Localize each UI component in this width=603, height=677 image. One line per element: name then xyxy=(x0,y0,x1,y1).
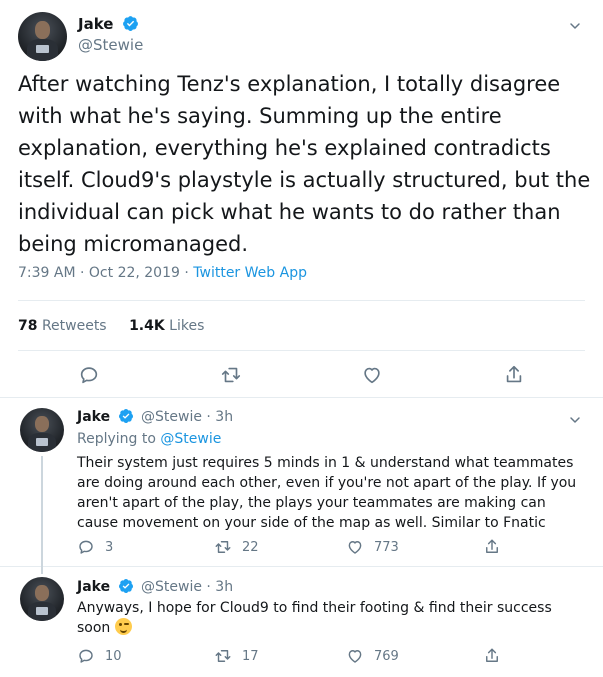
retweets-label: Retweets xyxy=(41,318,107,334)
verified-badge-icon xyxy=(122,16,138,31)
reply-author-name[interactable]: Jake xyxy=(77,579,110,595)
tweet-source-app[interactable]: Twitter Web App xyxy=(193,265,307,281)
likes-label: Likes xyxy=(169,318,205,334)
like-heart-icon[interactable] xyxy=(361,364,383,386)
tweet-stats: 78 Retweets 1.4K Likes xyxy=(18,318,204,334)
share-icon[interactable] xyxy=(503,364,525,386)
retweets-count: 78 xyxy=(18,318,38,334)
like-count: 773 xyxy=(374,539,399,555)
like-count: 769 xyxy=(374,648,399,664)
reply-button[interactable]: 3 xyxy=(77,538,113,556)
reply-button[interactable]: 10 xyxy=(77,647,122,665)
like-heart-icon xyxy=(348,541,362,554)
meta-separator: · xyxy=(184,265,189,281)
retweet-count: 17 xyxy=(242,648,259,664)
main-tweet: Jake @Stewie After watching Tenz's expla… xyxy=(0,0,603,398)
reply-header: Jake @Stewie · 3h xyxy=(77,408,233,425)
retweets-stat[interactable]: 78 Retweets xyxy=(18,318,111,334)
tweet-date[interactable]: Oct 22, 2019 xyxy=(89,265,180,281)
tweet-text: After watching Tenz's explanation, I tot… xyxy=(18,72,591,256)
reply-icon xyxy=(79,649,93,663)
replying-to-handle[interactable]: @Stewie xyxy=(160,431,221,447)
reply-icon xyxy=(79,540,93,554)
chevron-down-icon[interactable] xyxy=(567,412,583,428)
reply-count: 3 xyxy=(105,539,114,555)
divider xyxy=(18,350,585,351)
reply-tweet[interactable]: Jake @Stewie · 3h Replying to @Stewie Th… xyxy=(0,398,603,574)
meta-separator: · xyxy=(80,265,85,281)
replying-to: Replying to @Stewie xyxy=(77,431,221,447)
reply-time[interactable]: · 3h xyxy=(206,579,233,595)
author-name[interactable]: Jake xyxy=(78,15,113,33)
reply-tweet[interactable]: Jake @Stewie · 3h Anyways, I hope for Cl… xyxy=(0,567,603,677)
chevron-down-icon[interactable] xyxy=(567,18,583,34)
share-icon xyxy=(486,648,498,662)
likes-count: 1.4K xyxy=(129,318,165,334)
like-button[interactable]: 773 xyxy=(346,538,399,556)
tweet-time[interactable]: 7:39 AM xyxy=(18,265,76,281)
reply-text: Their system just requires 5 minds in 1 … xyxy=(77,455,577,531)
winking-face-emoji-icon xyxy=(114,618,132,635)
reply-text: Anyways, I hope for Cloud9 to find their… xyxy=(77,600,552,636)
author-handle[interactable]: @Stewie xyxy=(78,36,143,54)
avatar[interactable] xyxy=(18,12,67,61)
retweet-button[interactable]: 17 xyxy=(214,647,259,665)
share-icon xyxy=(486,539,498,553)
verified-badge-icon xyxy=(118,409,133,423)
retweet-icon xyxy=(215,541,231,553)
likes-stat[interactable]: 1.4K Likes xyxy=(129,318,204,334)
tweet-timestamp: 7:39 AM · Oct 22, 2019 · Twitter Web App xyxy=(18,265,307,281)
reply-text-block: Anyways, I hope for Cloud9 to find their… xyxy=(77,598,577,638)
retweet-icon[interactable] xyxy=(220,364,242,386)
reply-author-name[interactable]: Jake xyxy=(77,409,110,425)
reply-count: 10 xyxy=(105,648,122,664)
reply-header: Jake @Stewie · 3h xyxy=(77,578,233,595)
like-button[interactable]: 769 xyxy=(346,647,399,665)
author-name-row[interactable]: Jake xyxy=(78,14,139,33)
share-button[interactable] xyxy=(483,647,511,665)
like-heart-icon xyxy=(348,650,362,663)
reply-author-handle[interactable]: @Stewie xyxy=(141,579,202,595)
reply-author-handle[interactable]: @Stewie xyxy=(141,409,202,425)
verified-badge-icon xyxy=(118,579,133,593)
share-button[interactable] xyxy=(483,538,511,556)
reply-time[interactable]: · 3h xyxy=(206,409,233,425)
avatar[interactable] xyxy=(20,408,64,452)
retweet-button[interactable]: 22 xyxy=(214,538,259,556)
reply-icon[interactable] xyxy=(78,364,100,386)
avatar[interactable] xyxy=(20,577,64,621)
divider xyxy=(18,300,585,301)
replying-to-prefix: Replying to xyxy=(77,431,156,447)
retweet-icon xyxy=(215,650,231,662)
retweet-count: 22 xyxy=(242,539,259,555)
thread-line xyxy=(41,456,43,574)
